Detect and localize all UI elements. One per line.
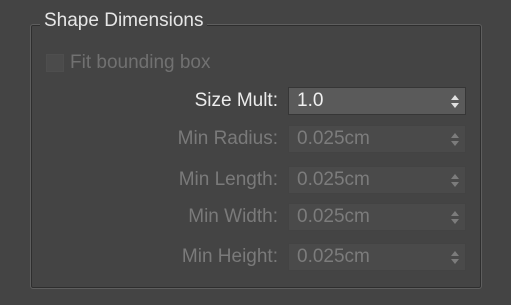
- size-mult-spinner[interactable]: 1.0: [288, 87, 466, 115]
- size-mult-label: Size Mult:: [194, 90, 278, 111]
- min-radius-label: Min Radius:: [177, 128, 278, 149]
- spinner-arrows-icon[interactable]: [445, 126, 465, 152]
- min-length-label: Min Length:: [178, 169, 278, 190]
- size-mult-row: Size Mult: 1.0: [60, 86, 470, 116]
- min-length-row: Min Length: 0.025cm: [60, 165, 470, 195]
- fit-bounding-box-checkbox[interactable]: [46, 54, 64, 72]
- shape-dimensions-panel: Shape Dimensions Fit bounding box Size M…: [0, 0, 511, 305]
- spinner-arrows-icon[interactable]: [445, 204, 465, 230]
- min-width-spinner[interactable]: 0.025cm: [288, 203, 466, 231]
- spinner-down-icon[interactable]: [451, 102, 459, 108]
- spinner-up-icon[interactable]: [451, 94, 459, 100]
- spinner-up-icon[interactable]: [451, 132, 459, 138]
- spinner-arrows-icon[interactable]: [445, 88, 465, 114]
- min-length-spinner[interactable]: 0.025cm: [288, 166, 466, 194]
- min-radius-row: Min Radius: 0.025cm: [60, 124, 470, 154]
- min-height-spinner[interactable]: 0.025cm: [288, 243, 466, 271]
- min-width-row: Min Width: 0.025cm: [60, 202, 470, 232]
- spinner-arrows-icon[interactable]: [445, 167, 465, 193]
- spinner-arrows-icon[interactable]: [445, 244, 465, 270]
- min-width-label: Min Width:: [188, 206, 278, 227]
- fit-bounding-box-row[interactable]: Fit bounding box: [46, 50, 211, 76]
- spinner-down-icon[interactable]: [451, 181, 459, 187]
- spinner-down-icon[interactable]: [451, 140, 459, 146]
- min-radius-spinner[interactable]: 0.025cm: [288, 125, 466, 153]
- spinner-up-icon[interactable]: [451, 173, 459, 179]
- min-radius-value[interactable]: 0.025cm: [289, 126, 445, 152]
- min-height-row: Min Height: 0.025cm: [60, 242, 470, 272]
- min-height-value[interactable]: 0.025cm: [289, 244, 445, 270]
- spinner-up-icon[interactable]: [451, 210, 459, 216]
- min-width-value[interactable]: 0.025cm: [289, 204, 445, 230]
- min-length-value[interactable]: 0.025cm: [289, 167, 445, 193]
- group-title: Shape Dimensions: [40, 8, 208, 34]
- spinner-up-icon[interactable]: [451, 250, 459, 256]
- min-height-label: Min Height:: [181, 246, 278, 267]
- spinner-down-icon[interactable]: [451, 258, 459, 264]
- spinner-down-icon[interactable]: [451, 218, 459, 224]
- fit-bounding-box-label: Fit bounding box: [70, 52, 211, 73]
- size-mult-value[interactable]: 1.0: [289, 88, 445, 114]
